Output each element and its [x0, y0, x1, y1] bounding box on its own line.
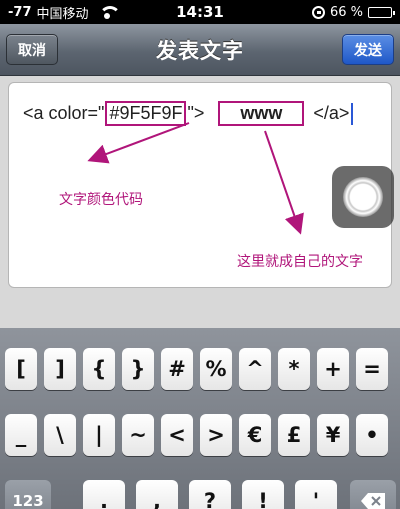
key-equals[interactable]: = — [356, 348, 388, 390]
key-caret[interactable]: ^ — [239, 348, 271, 390]
wifi-icon — [98, 6, 121, 19]
rotation-lock-icon — [311, 5, 325, 19]
page-title: 发表文字 — [156, 38, 244, 63]
arrow-to-color-label — [87, 122, 190, 164]
assistive-touch-button[interactable] — [332, 166, 394, 228]
key-backslash[interactable]: \ — [44, 414, 76, 456]
assistive-touch-icon — [343, 177, 383, 217]
key-close-brace[interactable]: } — [122, 348, 154, 390]
send-button[interactable]: 发送 — [342, 34, 394, 65]
key-question[interactable]: ? — [189, 480, 231, 509]
key-apostrophe[interactable]: ' — [295, 480, 337, 509]
nav-bar: 取消 发表文字 发送 — [0, 24, 400, 76]
key-open-brace[interactable]: { — [83, 348, 115, 390]
key-comma[interactable]: , — [136, 480, 178, 509]
key-exclamation[interactable]: ! — [242, 480, 284, 509]
key-open-bracket[interactable]: [ — [5, 348, 37, 390]
key-close-bracket[interactable]: ] — [44, 348, 76, 390]
key-pound[interactable]: £ — [278, 414, 310, 456]
battery-icon — [368, 6, 395, 18]
key-percent[interactable]: % — [200, 348, 232, 390]
backspace-icon — [361, 493, 385, 509]
compose-area: <a color=" #9F5F9F "> www </a> 文字颜色代码 这里… — [0, 76, 400, 328]
key-greater-than[interactable]: > — [200, 414, 232, 456]
key-tilde[interactable]: ~ — [122, 414, 154, 456]
carrier-name: 中国移动 — [36, 6, 89, 22]
key-less-than[interactable]: < — [161, 414, 193, 456]
cancel-button[interactable]: 取消 — [6, 34, 58, 65]
color-code-annotation: 文字颜色代码 — [59, 192, 143, 208]
key-bullet[interactable]: • — [356, 414, 388, 456]
arrow-to-text-label — [264, 130, 304, 235]
status-bar: -77 中国移动 14:31 66 % — [0, 0, 400, 24]
key-numbers[interactable]: 123 — [5, 480, 51, 509]
key-yen[interactable]: ¥ — [317, 414, 349, 456]
text-annotation: 这里就成自己的文字 — [237, 254, 363, 270]
key-euro[interactable]: € — [239, 414, 271, 456]
key-period[interactable]: . — [83, 480, 125, 509]
battery-percent: 66 % — [329, 4, 363, 20]
key-underscore[interactable]: _ — [5, 414, 37, 456]
delete-key[interactable] — [350, 480, 396, 509]
keyboard: [ ] { } # % ^ * + = _ \ | ~ < > € £ ¥ • … — [0, 328, 400, 509]
key-plus[interactable]: + — [317, 348, 349, 390]
key-asterisk[interactable]: * — [278, 348, 310, 390]
key-hash[interactable]: # — [161, 348, 193, 390]
signal-strength: -77 — [8, 4, 32, 20]
key-pipe[interactable]: | — [83, 414, 115, 456]
